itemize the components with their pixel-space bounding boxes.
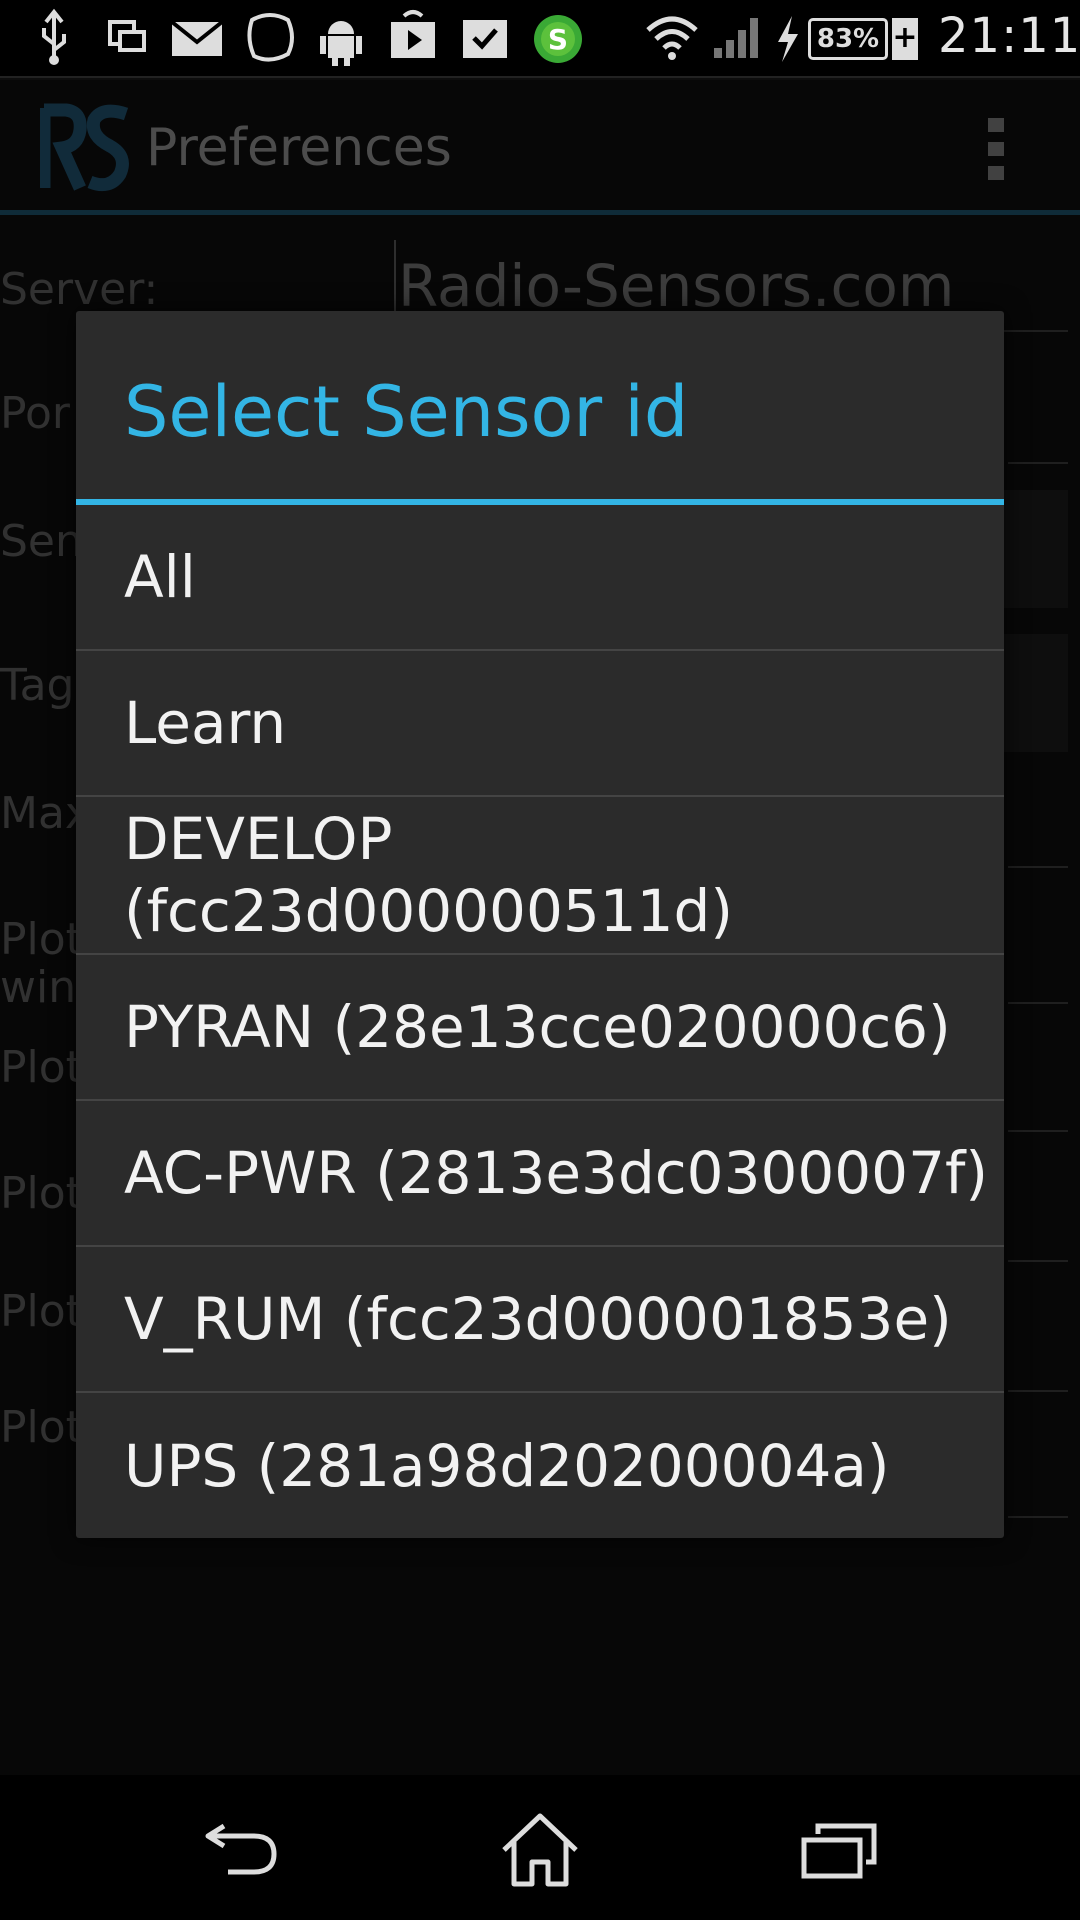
option-label: DEVELOP (fcc23d000000511d) bbox=[124, 805, 733, 945]
option-v-rum[interactable]: V_RUM (fcc23d000001853e) bbox=[76, 1247, 1004, 1393]
option-label: All bbox=[124, 543, 196, 611]
option-ups[interactable]: UPS (281a98d20200004a) bbox=[76, 1393, 1004, 1539]
status-bar: S 83% + 21:11 bbox=[0, 0, 1080, 78]
dialog-title: Select Sensor id bbox=[124, 371, 689, 453]
svg-text:S: S bbox=[548, 23, 568, 56]
mail-icon bbox=[170, 0, 224, 78]
option-ac-pwr[interactable]: AC-PWR (2813e3dc0300007f) bbox=[76, 1101, 1004, 1247]
option-learn[interactable]: Learn bbox=[76, 651, 1004, 797]
screen-mirror-icon bbox=[104, 0, 150, 78]
back-icon[interactable] bbox=[182, 1805, 302, 1895]
navigation-bar bbox=[0, 1775, 1080, 1920]
sensor-option-list: All Learn DEVELOP (fcc23d000000511d) PYR… bbox=[76, 505, 1004, 1539]
battery-icon: + bbox=[892, 18, 918, 60]
option-label: Learn bbox=[124, 689, 287, 757]
option-label: UPS (281a98d20200004a) bbox=[124, 1432, 890, 1500]
recent-apps-icon[interactable] bbox=[780, 1805, 900, 1895]
clock: 21:11 bbox=[938, 8, 1080, 64]
option-pyran[interactable]: PYRAN (28e13cce020000c6) bbox=[76, 955, 1004, 1101]
option-all[interactable]: All bbox=[76, 505, 1004, 651]
option-label: V_RUM (fcc23d000001853e) bbox=[124, 1285, 952, 1353]
usb-icon bbox=[34, 0, 74, 78]
charging-icon bbox=[772, 0, 804, 78]
option-develop[interactable]: DEVELOP (fcc23d000000511d) bbox=[76, 797, 1004, 955]
cell-signal-icon bbox=[712, 0, 762, 78]
option-label: AC-PWR (2813e3dc0300007f) bbox=[124, 1139, 989, 1207]
select-sensor-dialog: Select Sensor id All Learn DEVELOP (fcc2… bbox=[76, 311, 1004, 1538]
clipboard-check-icon bbox=[460, 0, 510, 78]
option-label: PYRAN (28e13cce020000c6) bbox=[124, 993, 951, 1061]
wifi-icon bbox=[644, 0, 700, 78]
home-icon[interactable] bbox=[480, 1805, 600, 1895]
screen: S 83% + 21:11 Preferences Server: Radio-… bbox=[0, 0, 1080, 1920]
play-store-icon bbox=[388, 0, 438, 78]
battery-percent: 83% bbox=[808, 18, 888, 60]
app-s-icon: S bbox=[532, 0, 584, 78]
chat-bubble-icon bbox=[244, 0, 296, 78]
android-icon bbox=[318, 0, 364, 78]
